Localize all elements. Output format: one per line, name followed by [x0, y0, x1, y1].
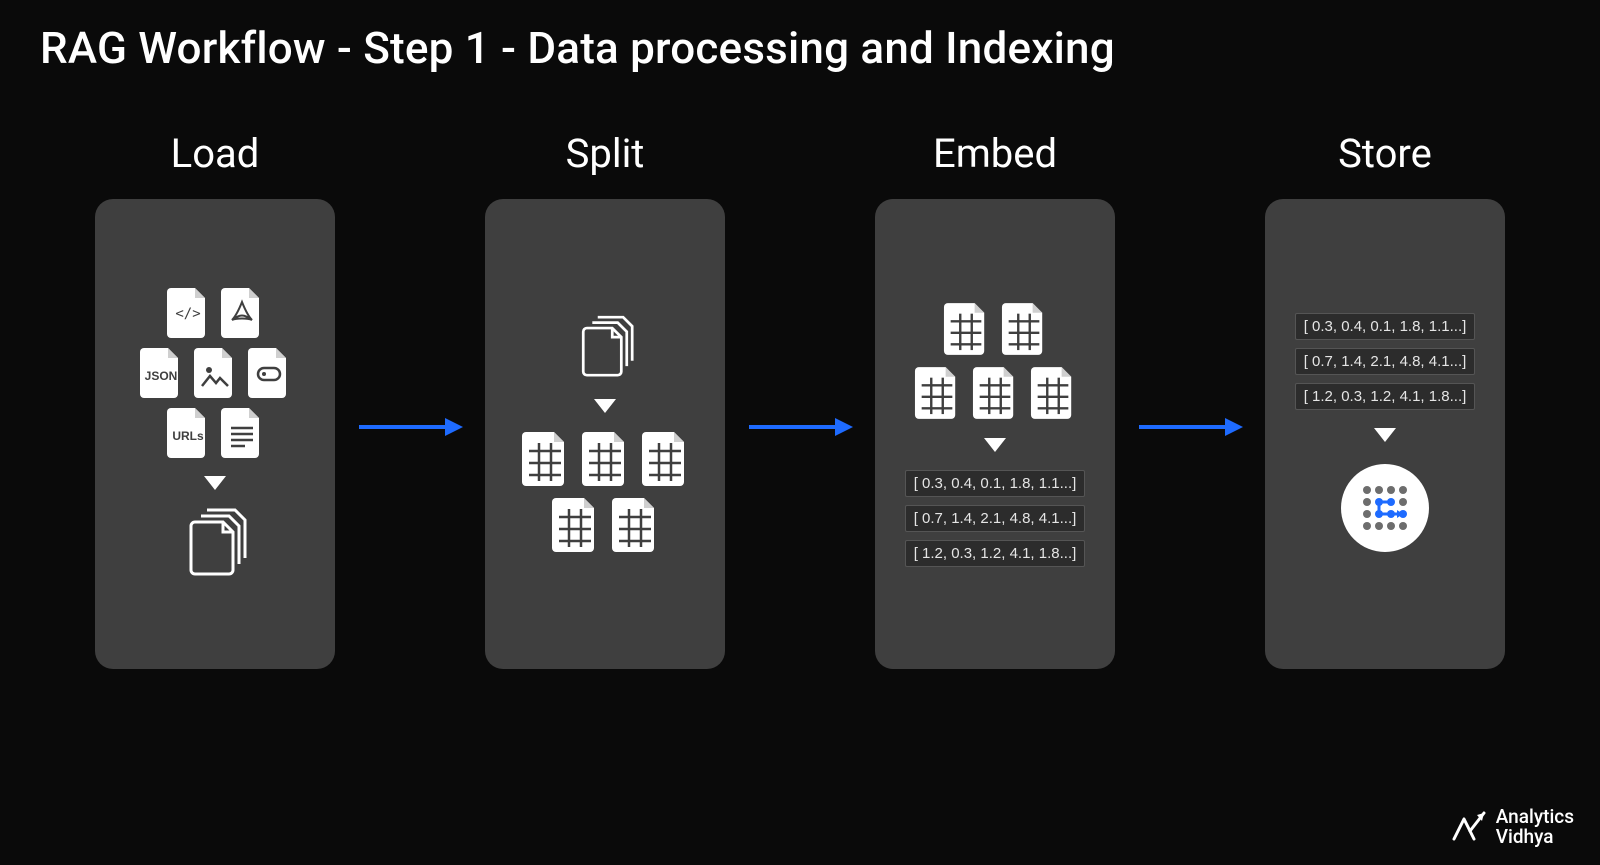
load-file-types-cluster: </> JSON [140, 288, 290, 458]
chunk-file-icon [581, 431, 629, 487]
store-vectors-list: [ 0.3, 0.4, 0.1, 1.8, 1.1...] [ 0.7, 1.4… [1295, 313, 1476, 410]
chunk-file-icon [611, 497, 659, 553]
stage-embed: Embed [855, 130, 1135, 669]
stage-split-card [485, 199, 725, 669]
stage-load-card: </> JSON [95, 199, 335, 669]
file-code-icon: </> [167, 288, 209, 338]
chunk-file-icon [1001, 302, 1047, 356]
chevron-down-icon [204, 476, 226, 490]
stage-store-label: Store [1338, 130, 1432, 177]
svg-text:URLs: URLs [172, 429, 204, 443]
stage-store-card: [ 0.3, 0.4, 0.1, 1.8, 1.1...] [ 0.7, 1.4… [1265, 199, 1505, 669]
vector-row: [ 1.2, 0.3, 1.2, 4.1, 1.8...] [905, 540, 1086, 567]
vector-row: [ 1.2, 0.3, 1.2, 4.1, 1.8...] [1295, 383, 1476, 410]
file-image-icon [194, 348, 236, 398]
brand-line2: Vidhya [1496, 827, 1574, 847]
arrow-right-icon [745, 412, 855, 442]
split-chunks-cluster [521, 431, 689, 553]
chunk-file-icon [641, 431, 689, 487]
stages-row: Load </> JSON [0, 130, 1600, 669]
chunk-file-icon [1030, 366, 1076, 420]
stage-embed-card: [ 0.3, 0.4, 0.1, 1.8, 1.1...] [ 0.7, 1.4… [875, 199, 1115, 669]
page-title: RAG Workflow - Step 1 - Data processing … [40, 22, 1115, 74]
file-urls-icon: URLs [167, 408, 209, 458]
chevron-down-icon [984, 438, 1006, 452]
stage-split: Split [465, 130, 745, 669]
file-pdf-icon [221, 288, 263, 338]
arrow-right-icon [355, 412, 465, 442]
vector-row: [ 0.3, 0.4, 0.1, 1.8, 1.1...] [1295, 313, 1476, 340]
vector-row: [ 0.7, 1.4, 2.1, 4.8, 4.1...] [905, 505, 1086, 532]
brand-line1: Analytics [1496, 807, 1574, 827]
chevron-down-icon [594, 399, 616, 413]
file-db-icon [248, 348, 290, 398]
file-json-icon: JSON [140, 348, 182, 398]
arrow-right-icon [1135, 412, 1245, 442]
chunk-file-icon [972, 366, 1018, 420]
chunk-file-icon [521, 431, 569, 487]
vector-row: [ 0.3, 0.4, 0.1, 1.8, 1.1...] [905, 470, 1086, 497]
arrow-embed-to-store [1135, 192, 1245, 662]
analytics-vidhya-mark-icon [1450, 807, 1490, 847]
stage-store: Store [ 0.3, 0.4, 0.1, 1.8, 1.1...] [ 0.… [1245, 130, 1525, 669]
documents-stack-icon [183, 508, 247, 580]
vector-db-icon [1337, 460, 1433, 556]
svg-text:</>: </> [175, 306, 200, 322]
chevron-down-icon [1374, 428, 1396, 442]
analytics-vidhya-logo: Analytics Vidhya [1450, 807, 1574, 847]
vector-row: [ 0.7, 1.4, 2.1, 4.8, 4.1...] [1295, 348, 1476, 375]
stage-load: Load </> JSON [75, 130, 355, 669]
stage-embed-label: Embed [933, 130, 1057, 177]
svg-text:JSON: JSON [145, 369, 178, 383]
chunk-file-icon [914, 366, 960, 420]
stage-split-label: Split [566, 130, 645, 177]
diagram-canvas: RAG Workflow - Step 1 - Data processing … [0, 0, 1600, 865]
stage-load-label: Load [171, 130, 260, 177]
chunk-file-icon [943, 302, 989, 356]
documents-stack-icon [576, 315, 634, 381]
embed-vectors-list: [ 0.3, 0.4, 0.1, 1.8, 1.1...] [ 0.7, 1.4… [905, 470, 1086, 567]
file-text-icon [221, 408, 263, 458]
chunk-file-icon [551, 497, 599, 553]
arrow-split-to-embed [745, 192, 855, 662]
embed-chunks-cluster [914, 302, 1076, 420]
arrow-load-to-split [355, 192, 465, 662]
